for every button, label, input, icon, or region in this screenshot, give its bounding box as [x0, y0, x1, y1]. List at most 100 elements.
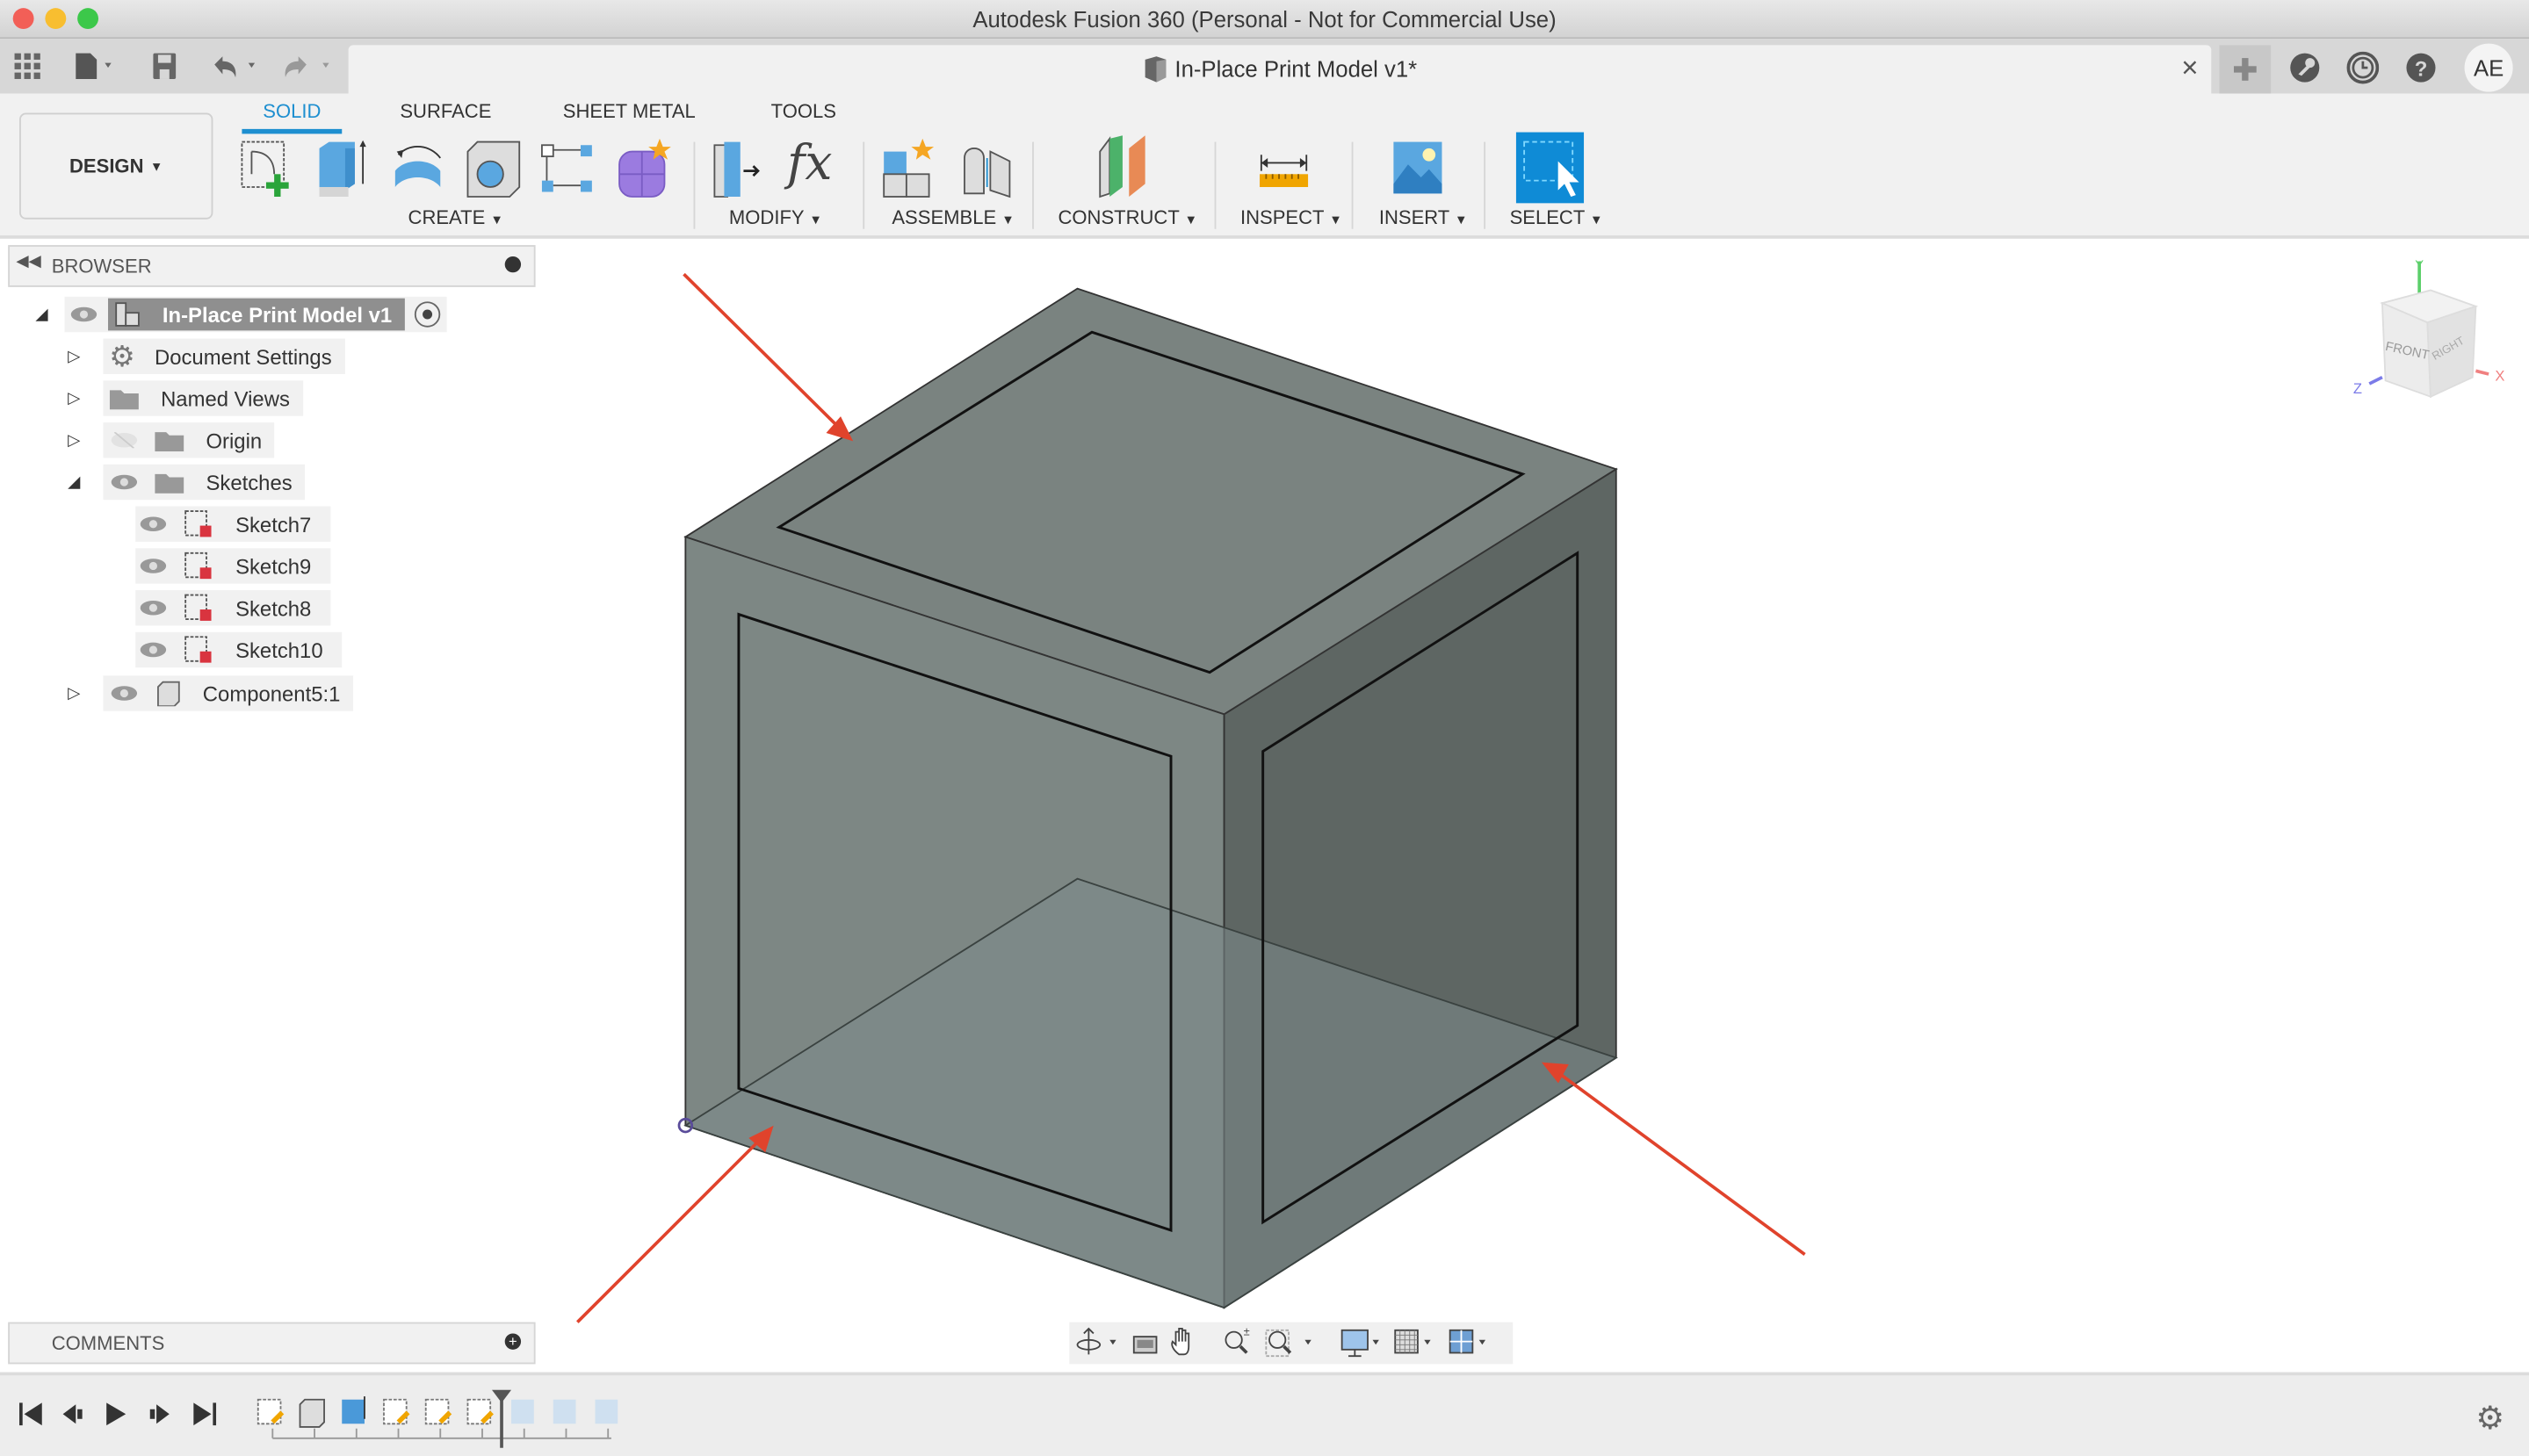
insert-menu[interactable]: INSERT ▼: [1379, 206, 1468, 229]
navigation-bar: ±: [1069, 1322, 1514, 1365]
divider: [693, 141, 696, 229]
axis-y-label: Y: [2415, 259, 2424, 273]
construct-menu[interactable]: CONSTRUCT ▼: [1058, 206, 1197, 229]
window-select-icon[interactable]: [1515, 132, 1585, 204]
save-icon[interactable]: [147, 48, 182, 83]
divider: [1484, 141, 1486, 229]
viewports-icon[interactable]: [1449, 1329, 1474, 1354]
window-title-bar: Autodesk Fusion 360 (Personal - Not for …: [0, 0, 2529, 40]
orbit-icon[interactable]: [1076, 1327, 1102, 1355]
add-comment-icon[interactable]: +: [504, 1333, 522, 1350]
timeline-previous-button[interactable]: [60, 1400, 89, 1429]
workspace-label: DESIGN: [69, 155, 144, 177]
user-avatar[interactable]: AE: [2464, 43, 2513, 92]
create-sketch-icon[interactable]: [239, 135, 297, 199]
divider: [1351, 141, 1354, 229]
chevron-down-icon: [1478, 1339, 1486, 1345]
divider: [863, 141, 865, 229]
chevron-down-icon: ▼: [1455, 213, 1468, 227]
new-tab-button[interactable]: [2219, 45, 2272, 94]
timeline-sketch-feature[interactable]: [466, 1398, 494, 1425]
revolve-icon[interactable]: [389, 135, 447, 199]
pan-hand-icon[interactable]: [1171, 1328, 1190, 1356]
create-menu[interactable]: CREATE ▼: [408, 206, 503, 229]
extensions-wrench-icon[interactable]: [2287, 50, 2323, 85]
timeline-last-button[interactable]: [191, 1400, 220, 1429]
select-menu[interactable]: SELECT ▼: [1510, 206, 1603, 229]
redo-icon[interactable]: [278, 48, 336, 83]
workspace-switcher[interactable]: DESIGN ▼: [19, 112, 213, 220]
rectangular-pattern-icon[interactable]: [538, 135, 596, 199]
chevron-down-icon: [1304, 1339, 1311, 1345]
zoom-icon[interactable]: ±: [1225, 1324, 1250, 1354]
svg-text:?: ?: [2415, 57, 2428, 81]
arrow-bottom-right: [1552, 1067, 1806, 1256]
document-title: In-Place Print Model v1*: [1174, 55, 1418, 83]
divider: [1214, 141, 1217, 229]
viewcube[interactable]: Y FRONT RIGHT X Z: [2347, 255, 2509, 416]
axis-x-label: X: [2495, 367, 2504, 384]
chevron-down-icon: ▼: [1001, 213, 1015, 227]
timeline-sketch-feature[interactable]: [424, 1398, 452, 1425]
measure-icon[interactable]: [1256, 135, 1314, 199]
new-component-icon[interactable]: [881, 135, 939, 199]
timeline-sketch-feature[interactable]: [257, 1398, 285, 1425]
grid-menu-icon[interactable]: [10, 48, 45, 83]
offset-plane-icon[interactable]: [1097, 135, 1155, 199]
chevron-down-icon: ▼: [1329, 213, 1342, 227]
file-menu-icon[interactable]: [68, 48, 122, 83]
document-tab[interactable]: In-Place Print Model v1* ×: [348, 45, 2212, 96]
inspect-menu[interactable]: INSPECT ▼: [1240, 206, 1342, 229]
timeline-first-button[interactable]: [16, 1400, 45, 1429]
timeline-next-button[interactable]: [145, 1400, 174, 1429]
parameters-fx-icon[interactable]: fx: [787, 135, 845, 199]
timeline-suppressed-feature[interactable]: [511, 1399, 534, 1424]
active-tab-indicator: [242, 128, 343, 134]
timeline-suppressed-feature[interactable]: [553, 1399, 576, 1424]
zoom-window-icon[interactable]: [1265, 1329, 1292, 1358]
comments-panel-header: COMMENTS +: [8, 1322, 536, 1365]
divider: [1032, 141, 1034, 229]
timeline-component-feature[interactable]: [299, 1398, 325, 1428]
look-at-icon[interactable]: [1132, 1336, 1158, 1354]
document-cube-icon: [1143, 54, 1168, 87]
tab-solid[interactable]: SOLID: [263, 100, 321, 123]
arrow-bottom-left: [576, 1134, 766, 1323]
3d-viewport[interactable]: [0, 239, 2529, 1371]
tab-sheet-metal[interactable]: SHEET METAL: [563, 100, 696, 123]
timeline-settings-gear-icon[interactable]: ⚙: [2475, 1398, 2504, 1438]
extrude-icon[interactable]: [313, 135, 371, 199]
assemble-menu[interactable]: ASSEMBLE ▼: [892, 206, 1014, 229]
timeline-marker[interactable]: [492, 1389, 512, 1448]
tab-tools[interactable]: TOOLS: [771, 100, 836, 123]
modify-menu[interactable]: MODIFY ▼: [729, 206, 822, 229]
grid-snap-icon[interactable]: [1394, 1329, 1419, 1354]
timeline-sketch-feature[interactable]: [383, 1398, 410, 1425]
timeline-features: [257, 1389, 618, 1448]
chevron-down-icon: ▼: [1184, 213, 1198, 227]
tab-surface[interactable]: SURFACE: [400, 100, 491, 123]
job-status-clock-icon[interactable]: [2345, 50, 2381, 85]
timeline-suppressed-feature[interactable]: [595, 1399, 618, 1424]
timeline-extrude-feature[interactable]: [342, 1396, 365, 1424]
insert-image-icon[interactable]: [1391, 135, 1449, 199]
timeline-play-button[interactable]: [102, 1400, 131, 1429]
chevron-down-icon: [1109, 1339, 1116, 1345]
plus-icon: [2233, 58, 2257, 81]
display-settings-icon[interactable]: [1340, 1329, 1369, 1358]
press-pull-icon[interactable]: [712, 135, 770, 199]
close-document-tab-button[interactable]: ×: [2181, 52, 2198, 86]
chevron-down-icon: [1424, 1339, 1431, 1345]
create-form-icon[interactable]: [615, 135, 673, 199]
chevron-down-icon: ▼: [809, 213, 822, 227]
svg-text:±: ±: [1244, 1324, 1250, 1337]
comments-title: COMMENTS: [51, 1331, 165, 1355]
joint-icon[interactable]: [958, 135, 1016, 199]
chevron-down-icon: ▼: [1590, 213, 1603, 227]
chevron-down-icon: ▼: [149, 158, 163, 174]
help-icon[interactable]: ?: [2403, 50, 2439, 85]
window-title: Autodesk Fusion 360 (Personal - Not for …: [972, 6, 1557, 32]
hole-icon[interactable]: [465, 135, 523, 199]
undo-icon[interactable]: [206, 48, 264, 83]
chevron-down-icon: ▼: [490, 213, 503, 227]
